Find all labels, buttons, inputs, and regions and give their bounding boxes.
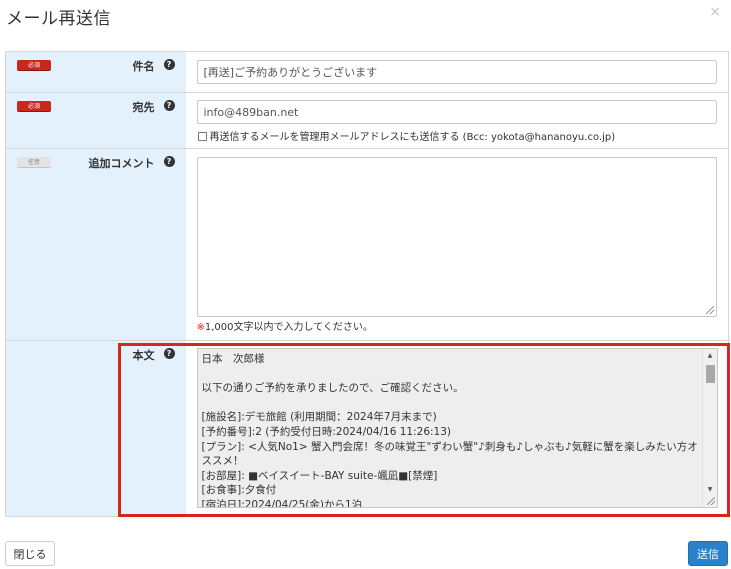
recipient-input[interactable] (196, 100, 717, 124)
help-icon[interactable]: ? (163, 348, 175, 359)
bcc-checkbox-row[interactable]: 再送信するメールを管理用メールアドレスにも送信する (Bcc: yokota@h… (197, 131, 616, 144)
comment-label: 追加コメント (88, 157, 155, 170)
comment-row: 任意 追加コメント ? ※1,000文字以内で入力してください。 (5, 148, 729, 341)
send-button[interactable]: 送信 (688, 541, 728, 566)
body-label: 本文 (132, 349, 155, 362)
recipient-label-cell: 必須 宛先 ? (5, 92, 186, 149)
resize-grip-icon[interactable] (706, 497, 715, 505)
comment-textarea[interactable] (196, 157, 717, 317)
hint-mark: ※ (196, 322, 205, 333)
dialog-title: メール再送信 (6, 9, 111, 29)
comment-value-cell: ※1,000文字以内で入力してください。 (185, 148, 729, 341)
body-row: 本文 ? 日本 次郎様 以下の通りご予約を承りましたので、ご確認ください。 [施… (5, 340, 729, 517)
subject-row: 必須 件名 ? (5, 51, 729, 93)
close-button[interactable]: 閉じる (5, 541, 55, 566)
help-icon[interactable]: ? (163, 156, 175, 167)
subject-value-cell (185, 51, 729, 93)
body-text: 日本 次郎様 以下の通りご予約を承りましたので、ご確認ください。 [施設名]:デ… (201, 353, 698, 508)
scroll-thumb[interactable] (705, 365, 715, 383)
close-icon[interactable]: × (709, 2, 721, 22)
body-textarea[interactable]: 日本 次郎様 以下の通りご予約を承りましたので、ご確認ください。 [施設名]:デ… (196, 348, 718, 508)
resend-form: 必須 件名 ? 必須 宛先 ? 再送信するメールを管理用メールアドレスにも送信す… (5, 51, 729, 517)
subject-input[interactable] (196, 60, 717, 84)
scroll-up-icon[interactable]: ▲ (703, 349, 717, 363)
optional-badge: 任意 (17, 157, 51, 168)
scroll-down-icon[interactable]: ▼ (703, 483, 717, 497)
bcc-checkbox-label: 再送信するメールを管理用メールアドレスにも送信する (Bcc: yokota@h… (209, 132, 616, 143)
body-scrollbar[interactable]: ▲ ▼ (701, 349, 717, 507)
required-badge: 必須 (17, 101, 51, 112)
recipient-label: 宛先 (132, 101, 155, 114)
bcc-checkbox[interactable] (197, 132, 207, 141)
subject-label: 件名 (132, 60, 155, 73)
body-value-cell: 日本 次郎様 以下の通りご予約を承りましたので、ご確認ください。 [施設名]:デ… (185, 340, 729, 517)
subject-label-cell: 必須 件名 ? (5, 51, 186, 93)
recipient-value-cell: 再送信するメールを管理用メールアドレスにも送信する (Bcc: yokota@h… (185, 92, 729, 149)
help-icon[interactable]: ? (163, 100, 175, 111)
resize-grip-icon[interactable] (705, 306, 714, 314)
comment-label-cell: 任意 追加コメント ? (5, 148, 186, 341)
help-icon[interactable]: ? (163, 59, 175, 70)
required-badge: 必須 (17, 60, 51, 71)
body-label-cell: 本文 ? (5, 340, 186, 517)
hint-text: 1,000文字以内で入力してください。 (204, 322, 373, 333)
comment-hint: ※1,000文字以内で入力してください。 (197, 318, 373, 333)
recipient-row: 必須 宛先 ? 再送信するメールを管理用メールアドレスにも送信する (Bcc: … (5, 92, 729, 149)
